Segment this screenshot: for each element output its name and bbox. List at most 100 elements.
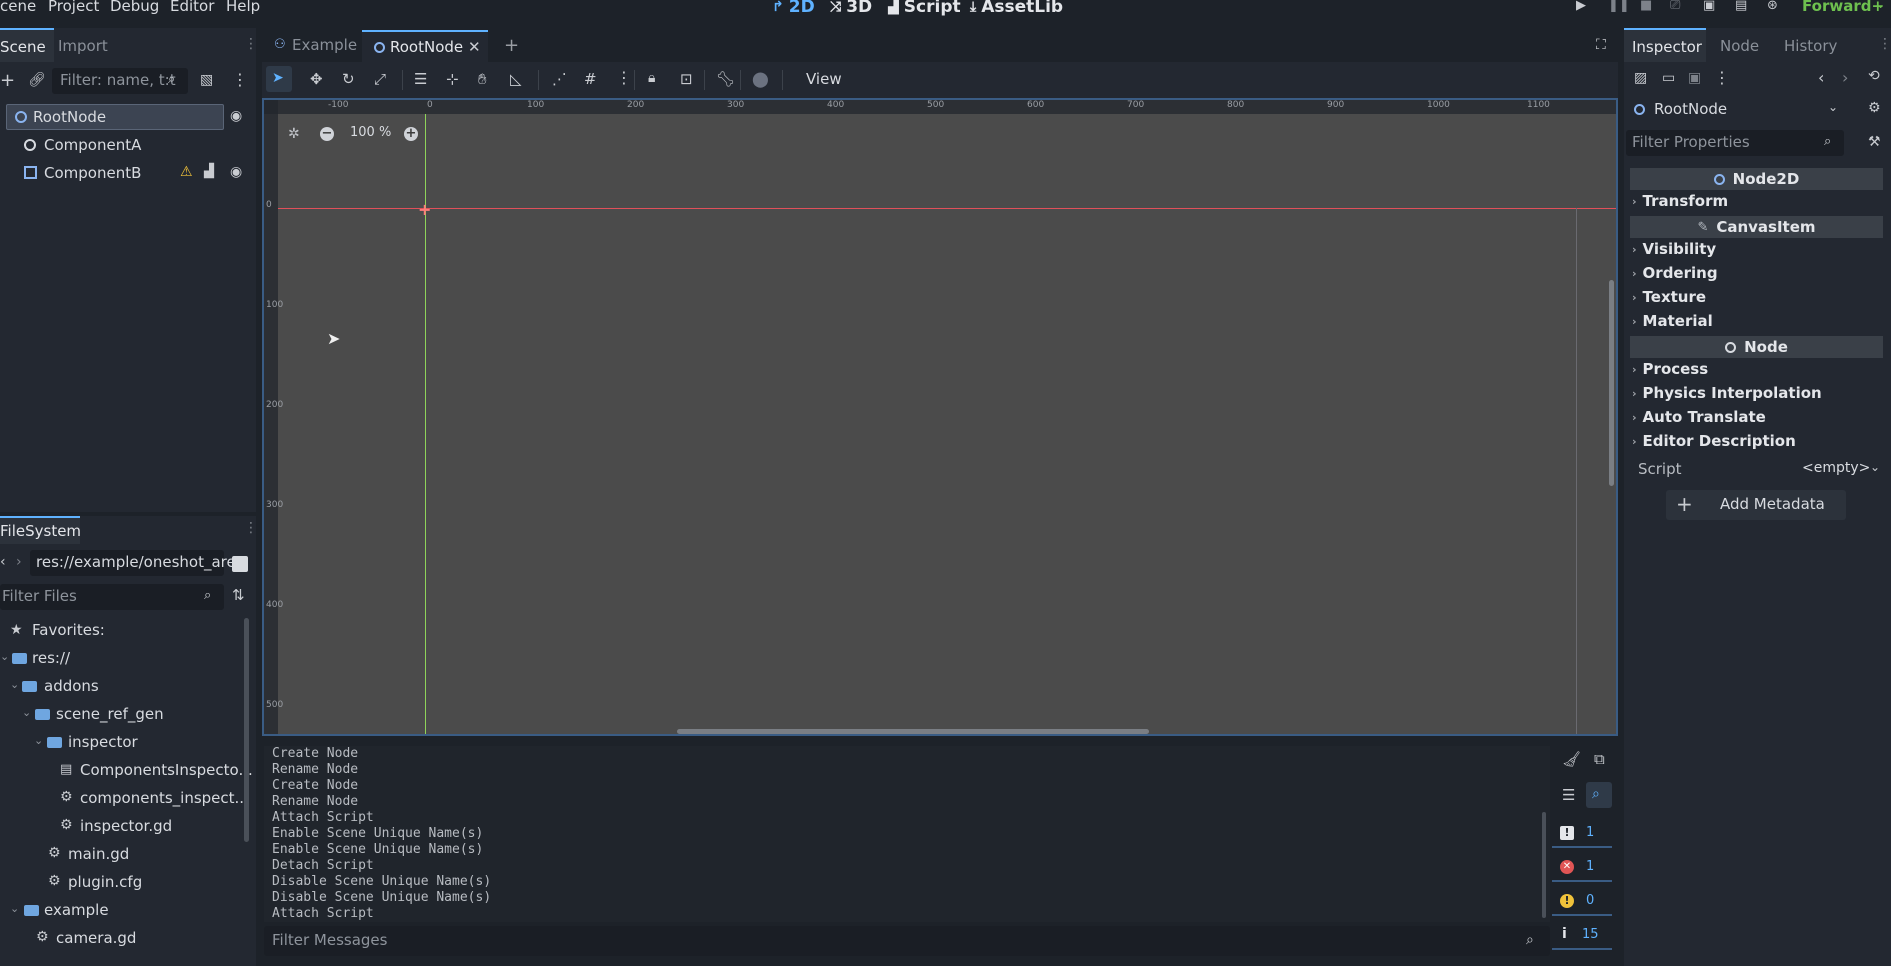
visibility-eye-icon[interactable]: ◉ [230,108,242,124]
group-physics-interpolation[interactable]: › Physics Interpolation [1632,384,1822,402]
selected-node-dropdown[interactable]: RootNode ⌄ [1628,96,1848,124]
workspace-3d-button[interactable]: ⤨ 3D [830,0,872,17]
play-scene-icon[interactable]: ▣ [1703,0,1715,13]
zoom-level-label[interactable]: 100 % [350,125,391,140]
group-transform[interactable]: › Transform [1632,192,1728,210]
snap-options-icon[interactable]: ⋮ [616,68,632,87]
chevron-down-icon[interactable]: ⌄ [34,734,43,747]
group-editor-description[interactable]: › Editor Description [1632,432,1796,450]
add-tab-icon[interactable]: + [504,35,519,56]
open-folder-icon[interactable]: ▭ [1662,70,1675,86]
back-icon[interactable]: ‹ [0,554,6,570]
viewport-scrollbar-vertical[interactable] [1609,280,1614,486]
lock-icon[interactable]: 🔒︎ [648,70,655,86]
menu-editor[interactable]: Editor [170,0,214,15]
chevron-down-icon[interactable]: ⌄ [22,706,31,719]
play-icon[interactable]: ▶ [1576,0,1586,13]
toggle-info-button[interactable]: i 15 [1552,922,1612,950]
pivot-icon[interactable]: ⊹ [446,70,459,88]
script-property-value[interactable]: <empty> ⌄ [1764,458,1886,482]
group-process[interactable]: › Process [1632,360,1708,378]
file-item-components-tscn[interactable]: ▤ ComponentsInspecto... [0,758,253,784]
select-mode-button[interactable]: ➤ [266,66,292,92]
toggle-messages-button[interactable]: ! 1 [1552,820,1612,848]
renderer-label[interactable]: Forward+ [1802,0,1884,15]
center-view-icon[interactable]: ✲ [288,126,300,142]
tree-row-rootnode[interactable]: RootNode [6,104,224,130]
menu-scene[interactable]: cene [0,0,36,15]
close-icon[interactable]: ✕ [468,38,481,56]
file-item-plugin-cfg[interactable]: ⚙ plugin.cfg [0,870,250,896]
filesystem-scrollbar[interactable] [244,618,249,842]
workspace-script-button[interactable]: ▟ Script [888,0,961,17]
script-attached-icon[interactable]: ▟ [204,164,214,179]
group-material[interactable]: › Material [1632,312,1713,330]
chevron-down-icon[interactable]: ⌄ [10,902,19,915]
output-scrollbar[interactable] [1542,812,1546,918]
save-icon[interactable]: ▣ [1688,70,1701,86]
list-select-icon[interactable]: ☰ [414,70,427,88]
tools-icon[interactable]: ⚒ [1868,134,1881,150]
file-item-components-gd[interactable]: ⚙ components_inspect... [0,786,250,812]
forward-icon[interactable]: › [16,554,22,570]
viewport-scrollbar-horizontal[interactable] [677,729,1149,734]
file-item-addons[interactable]: ⌄ addons [0,674,250,700]
output-log[interactable]: Create Node Rename Node Create Node Rena… [264,746,1550,922]
view-menu-button[interactable]: View [806,70,842,88]
zoom-in-icon[interactable]: + [404,127,418,141]
history-back-icon[interactable]: ‹ [1818,68,1824,87]
menu-debug[interactable]: Debug [110,0,159,15]
play-custom-icon[interactable]: ▤ [1735,0,1747,13]
filter-toggle-button[interactable]: ⌕ [1586,782,1612,808]
node-settings-icon[interactable]: ⚙ [1868,100,1881,116]
collapse-icon[interactable]: ☰ [1562,786,1575,804]
group-ordering[interactable]: › Ordering [1632,264,1718,282]
filesystem-path-input[interactable]: res://example/oneshot_are [30,550,236,576]
move-icon[interactable]: ✥ [310,70,323,88]
tree-row-componenta[interactable]: ComponentA [0,132,230,158]
object-history-icon[interactable]: ⟲ [1868,68,1880,84]
scene-tab-rootnode[interactable]: RootNode ✕ [362,30,488,62]
link-icon[interactable]: 🔗︎ [28,72,46,88]
filesystem-filter-input[interactable]: Filter Files [0,584,224,610]
canvas-viewport[interactable] [262,98,1618,736]
file-item-favorites[interactable]: ★ Favorites: [0,618,250,644]
movie-maker-icon[interactable]: ⊛ [1767,0,1778,13]
group-auto-translate[interactable]: › Auto Translate [1632,408,1766,426]
tree-row-componentb[interactable]: ComponentB ⚠ ▟ ◉ [0,160,250,186]
zoom-out-icon[interactable]: − [320,127,334,141]
file-item-camera-gd[interactable]: ⚙ camera.gd [0,926,250,952]
bone-icon[interactable]: 🦴︎ [716,70,735,88]
sort-icon[interactable]: ⇅ [232,586,245,604]
file-item-main-gd[interactable]: ⚙ main.gd [0,842,250,868]
workspace-2d-button[interactable]: ↱ 2D [772,0,815,17]
add-script-icon[interactable]: ▧ [200,72,213,88]
tab-filesystem[interactable]: FileSystem [0,516,81,544]
chevron-down-icon[interactable]: ⌄ [10,678,19,691]
pause-icon[interactable]: ❚❚ [1608,0,1630,13]
scale-icon[interactable]: ⤢ [374,70,386,88]
warning-icon[interactable]: ⚠ [180,164,193,180]
group-texture[interactable]: › Texture [1632,288,1706,306]
chevron-down-icon[interactable]: ⌄ [0,650,9,663]
file-item-inspector-gd[interactable]: ⚙ inspector.gd [0,814,250,840]
history-forward-icon[interactable]: › [1842,68,1848,87]
file-item-res[interactable]: ⌄ res:// [0,646,250,672]
tab-node[interactable]: Node [1720,37,1759,55]
dock-splitter[interactable] [256,28,262,966]
scene-tab-example[interactable]: ⚇ Example [272,32,368,62]
file-item-scene-ref-gen[interactable]: ⌄ scene_ref_gen [0,702,250,728]
toggle-errors-button[interactable]: ✕ 1 [1552,854,1612,882]
toggle-split-icon[interactable] [232,556,248,572]
stop-icon[interactable]: ■ [1640,0,1652,13]
toggle-warnings-button[interactable]: ! 0 [1552,888,1612,916]
animation-key-icon[interactable]: ⬤ [752,70,769,88]
pan-hand-icon[interactable]: ✋︎ [478,70,487,88]
tab-history[interactable]: History [1784,37,1837,55]
copy-icon[interactable]: ⧉ [1594,750,1605,768]
visibility-eye-icon[interactable]: ◉ [230,164,242,180]
clear-output-icon[interactable]: 🧹︎ [1562,750,1581,768]
dock-splitter[interactable] [1618,28,1624,966]
tab-inspector[interactable]: Inspector [1624,28,1706,62]
menu-project[interactable]: Project [48,0,99,15]
